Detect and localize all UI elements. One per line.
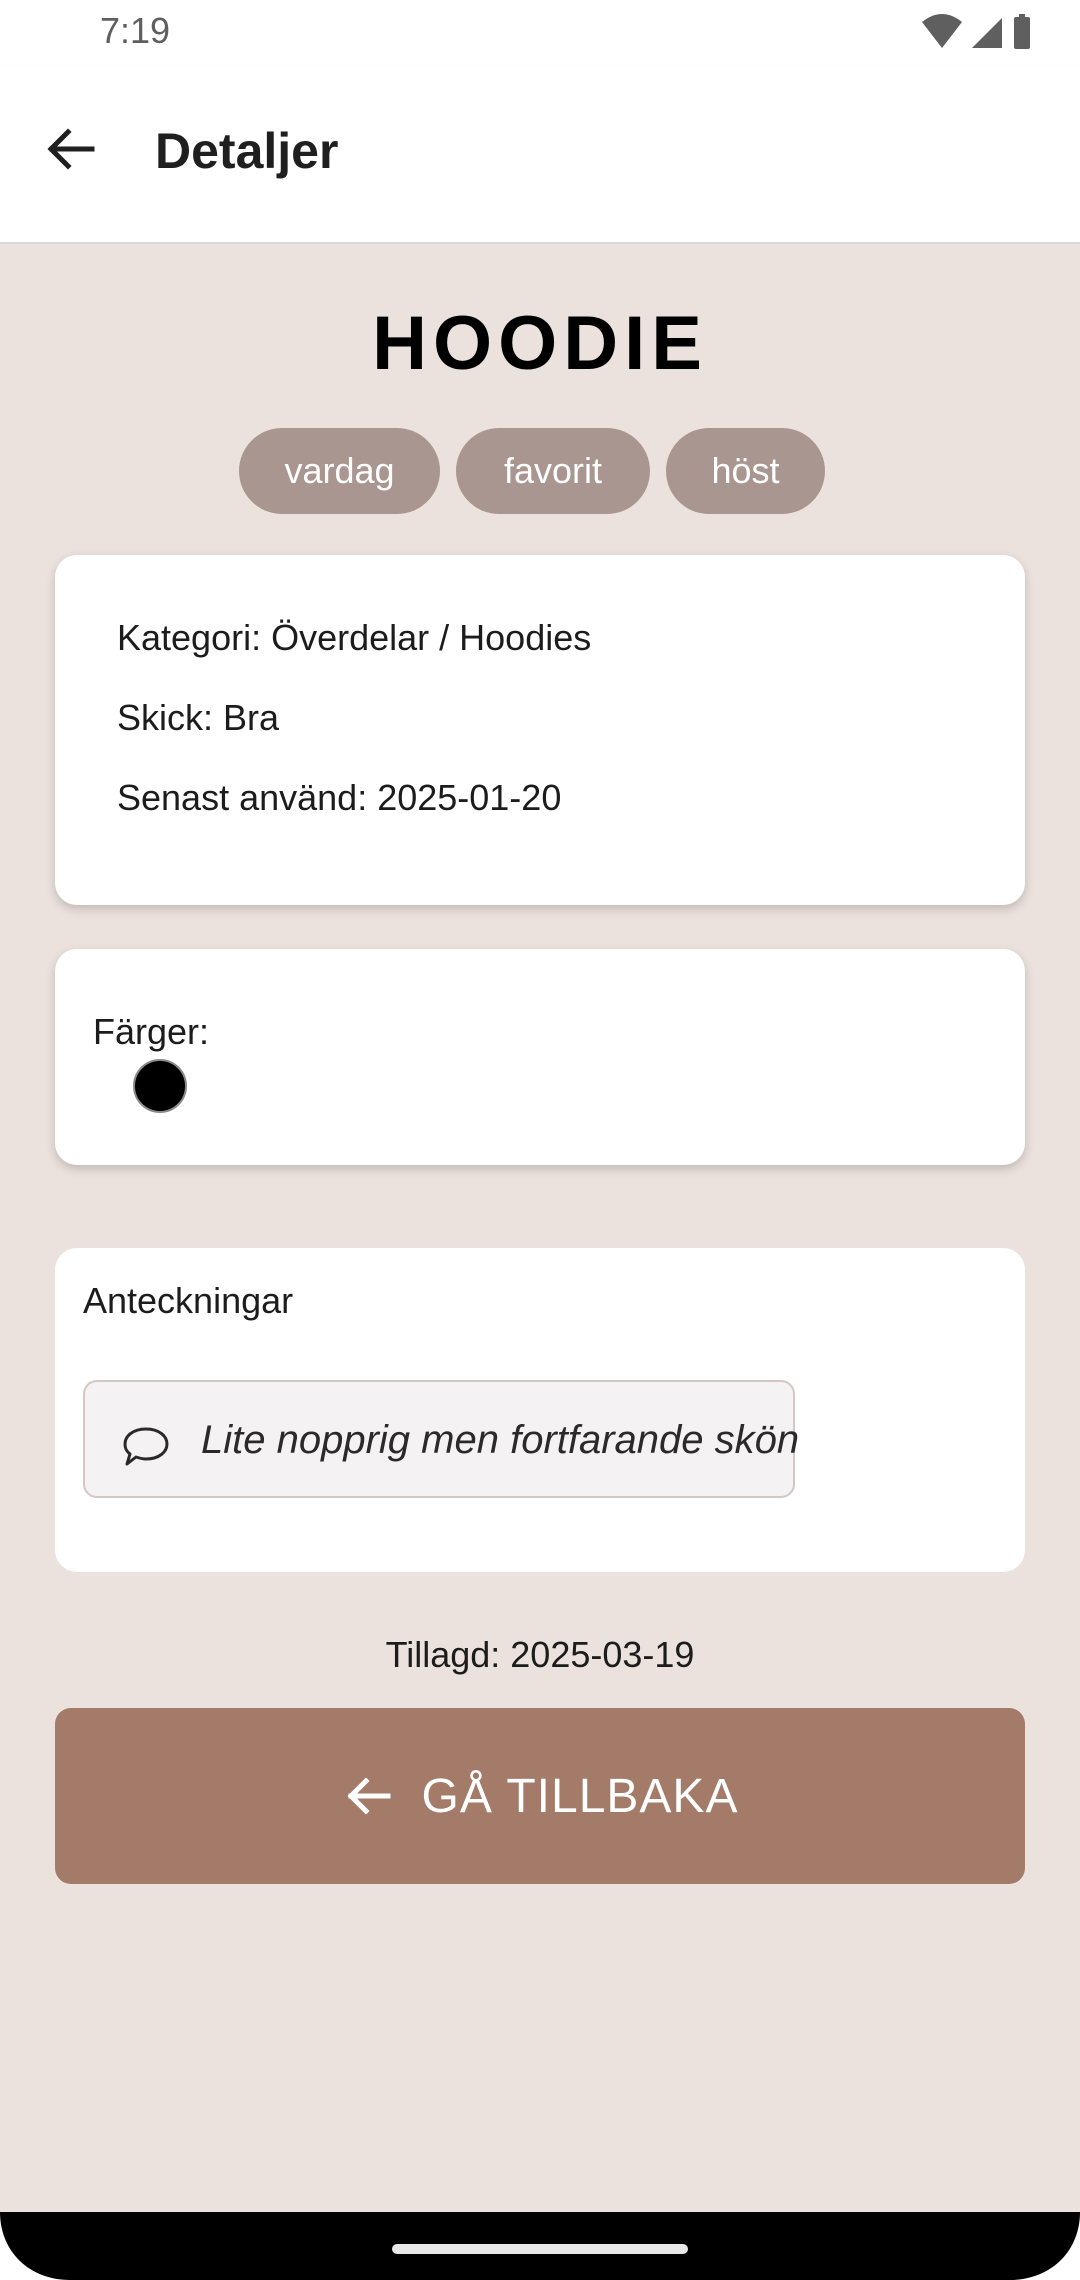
app-bar: Detaljer [0,66,1080,244]
note-box: Lite nopprig men fortfarande skön [83,1380,799,1498]
battery-icon [1014,14,1030,49]
status-time: 7:19 [100,10,171,51]
go-back-button[interactable]: GÅ TILLBAKA [55,1708,1025,1884]
last-used-text: Senast använd: 2025-01-20 [117,777,562,818]
info-card: Kategori: Överdelar / Hoodies Skick: Bra… [55,555,1025,905]
go-back-label: GÅ TILLBAKA [421,1769,739,1823]
note-text: Lite nopprig men fortfarande skön [201,1418,800,1462]
notes-card: Anteckningar Lite nopprig men fortfarand… [55,1248,1025,1572]
screen-corner-left [0,2212,70,2280]
condition-text: Skick: Bra [117,697,280,738]
arrow-left-icon [346,1777,391,1815]
home-indicator[interactable] [392,2244,688,2254]
status-icons [922,14,1030,49]
colors-label: Färger: [93,1011,210,1052]
category-text: Kategori: Överdelar / Hoodies [117,617,592,658]
status-bar: 7:19 [0,0,1080,66]
notes-label: Anteckningar [83,1280,294,1321]
screen-corner-right [1010,2212,1080,2280]
signal-icon [972,18,1002,48]
colors-card: Färger: [55,949,1025,1165]
go-back-button-content[interactable]: GÅ TILLBAKA [55,1708,1025,1884]
color-swatch [133,1059,187,1113]
tag-chip[interactable]: favorit [456,428,650,514]
speech-bubble-icon [123,1427,169,1466]
item-title: HOODIE [372,301,708,386]
wifi-icon [922,14,962,48]
added-date: Tillagd: 2025-03-19 [385,1634,695,1675]
page-title: Detaljer [155,123,339,179]
back-arrow-icon[interactable] [42,120,100,178]
tag-chip[interactable]: vardag [239,428,440,514]
tag-chip[interactable]: höst [666,428,825,514]
detail-content: HOODIE vardag favorit höst Kategori: Öve… [0,244,1080,2212]
